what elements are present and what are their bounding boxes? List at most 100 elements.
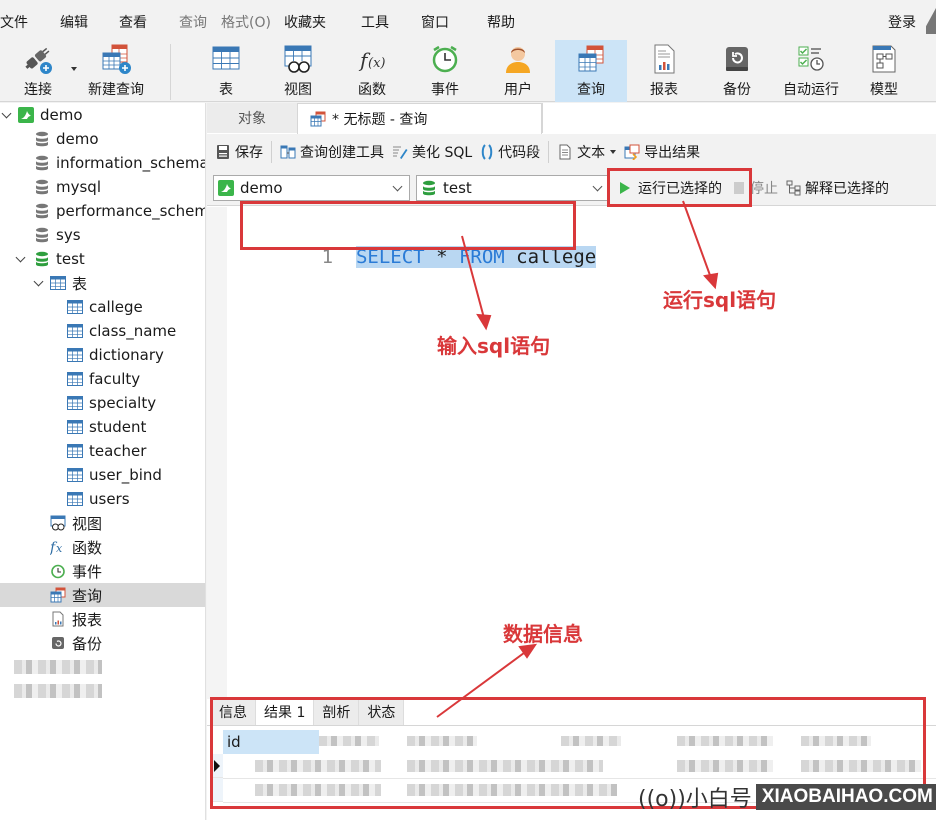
tree-table-callege[interactable]: callege — [0, 295, 205, 319]
view-icon — [282, 43, 314, 75]
query-builder-button[interactable]: 查询创建工具 — [280, 142, 384, 162]
tab-label: * 无标题 - 查询 — [332, 112, 428, 128]
tree-object-query[interactable]: 查询 — [0, 583, 205, 607]
result-tab-status[interactable]: 状态 — [359, 699, 405, 725]
tree-table-faculty[interactable]: faculty — [0, 367, 205, 391]
toolbar-view-button[interactable]: 视图 — [272, 40, 324, 102]
caret-down-icon[interactable] — [610, 150, 617, 154]
toolbar-query-button[interactable]: 查询 — [555, 40, 627, 102]
selected-sql-text[interactable]: SELECT * FROM callege — [355, 246, 597, 268]
tree-object-report[interactable]: 报表 — [0, 607, 205, 631]
tree-db-information-schema[interactable]: information_schema — [0, 151, 205, 175]
tab-objects[interactable]: 对象 — [207, 103, 297, 133]
toolbar-table-button[interactable]: 表 — [200, 40, 252, 102]
column-header-id[interactable]: id — [223, 730, 319, 754]
tree-label: faculty — [89, 370, 141, 388]
tree-db-demo[interactable]: demo — [0, 127, 205, 151]
tree-table-users[interactable]: users — [0, 487, 205, 511]
tree-table-specialty[interactable]: specialty — [0, 391, 205, 415]
export-results-button[interactable]: 导出结果 — [624, 142, 700, 162]
run-selected-button[interactable]: 运行已选择的 — [638, 178, 722, 198]
blurred-cell — [801, 760, 921, 772]
save-icon — [215, 144, 231, 160]
tree-db-test[interactable]: test — [0, 247, 205, 271]
menu-file[interactable]: 文件 — [0, 12, 28, 32]
tree-object-backup[interactable]: 备份 — [0, 631, 205, 655]
connect-dropdown-caret[interactable] — [71, 67, 77, 71]
toolbar-user-label: 用户 — [504, 82, 532, 98]
clock-event-icon — [50, 563, 66, 579]
chevron-down-icon[interactable] — [16, 254, 26, 264]
result-tab-result-1[interactable]: 结果 1 — [256, 699, 315, 725]
tree-connection-demo[interactable]: demo — [0, 103, 205, 127]
tree-table-student[interactable]: student — [0, 415, 205, 439]
tree-object-view[interactable]: 视图 — [0, 511, 205, 535]
tree-tables-folder[interactable]: 表 — [0, 271, 205, 295]
annotation-input-sql: 输入sql语句 — [437, 334, 551, 358]
code-snippet-button[interactable]: 代码段 — [480, 142, 540, 162]
editor-line-1: 1 SELECT * FROM callege — [253, 212, 597, 302]
tree-db-sys[interactable]: sys — [0, 223, 205, 247]
tree-object-clock-event[interactable]: 事件 — [0, 559, 205, 583]
menu-edit[interactable]: 编辑 — [60, 12, 88, 32]
query-icon — [575, 43, 607, 75]
beautify-sql-button[interactable]: 美化 SQL — [392, 142, 472, 162]
tree-table-dictionary[interactable]: dictionary — [0, 343, 205, 367]
text-mode-button[interactable]: 文本 — [557, 142, 617, 162]
tree-db-mysql[interactable]: mysql — [0, 175, 205, 199]
toolbar-connect-button[interactable]: 连接 — [12, 40, 64, 102]
table-icon — [50, 275, 66, 291]
result-tab-info[interactable]: 信息 — [211, 699, 256, 725]
blurred-cell — [407, 760, 603, 772]
menu-tools[interactable]: 工具 — [361, 12, 389, 32]
clock-event-icon — [429, 43, 461, 75]
tree-label: class_name — [89, 322, 177, 340]
chevron-down-icon[interactable] — [2, 110, 12, 120]
backup-icon — [50, 635, 66, 651]
tab-untitled-query[interactable]: * 无标题 - 查询 — [297, 103, 542, 134]
stop-button[interactable]: 停止 — [750, 178, 778, 198]
grid-line — [223, 778, 936, 779]
save-button[interactable]: 保存 — [215, 142, 263, 162]
database-icon — [34, 227, 50, 243]
tree-table-teacher[interactable]: teacher — [0, 439, 205, 463]
toolbar-backup-button[interactable]: 备份 — [711, 40, 763, 102]
menu-bar: 文件 编辑 查看 查询 格式(O) 收藏夹 工具 窗口 帮助 登录 — [0, 0, 936, 40]
toolbar-new-query-button[interactable]: 新建查询 — [84, 40, 148, 102]
tree-table-user-bind[interactable]: user_bind — [0, 463, 205, 487]
tree-label: 备份 — [72, 634, 103, 653]
blurred-cell — [677, 760, 773, 772]
toolbar-model-button[interactable]: 模型 — [858, 40, 910, 102]
chevron-down-icon — [592, 181, 603, 192]
menu-help[interactable]: 帮助 — [487, 12, 515, 32]
toolbar-function-button[interactable]: f (x) 函数 — [346, 40, 398, 102]
connection-select[interactable]: demo — [213, 175, 410, 201]
tree-label: demo — [56, 130, 99, 148]
play-icon — [620, 182, 630, 194]
menu-format[interactable]: 格式(O) — [221, 12, 271, 32]
blurred-cell — [255, 784, 381, 796]
menu-query[interactable]: 查询 — [179, 12, 207, 32]
database-open-icon — [421, 180, 437, 196]
tree-label: mysql — [56, 178, 101, 196]
toolbar-report-button[interactable]: 报表 — [638, 40, 690, 102]
toolbar-user-button[interactable]: 用户 — [492, 40, 544, 102]
menu-view[interactable]: 查看 — [119, 12, 147, 32]
menu-favorites[interactable]: 收藏夹 — [284, 12, 326, 32]
menu-window[interactable]: 窗口 — [421, 12, 449, 32]
model-icon — [868, 43, 900, 75]
table-icon — [67, 371, 83, 387]
chevron-down-icon[interactable] — [34, 278, 44, 288]
result-tab-profile[interactable]: 剖析 — [314, 699, 360, 725]
toolbar-query-label: 查询 — [577, 82, 605, 98]
database-select[interactable]: test — [416, 175, 610, 201]
login-button[interactable]: 登录 — [888, 12, 916, 32]
toolbar-event-button[interactable]: 事件 — [419, 40, 471, 102]
tree-object-function[interactable]: f x 函数 — [0, 535, 205, 559]
tree-db-performance-schema[interactable]: performance_schema — [0, 199, 205, 223]
explain-selected-button[interactable]: 解释已选择的 — [805, 178, 889, 198]
tree-table-class-name[interactable]: class_name — [0, 319, 205, 343]
tree-label: callege — [89, 298, 143, 316]
toolbar-automation-button[interactable]: 自动运行 — [778, 40, 844, 102]
tree-label: 视图 — [72, 514, 103, 533]
